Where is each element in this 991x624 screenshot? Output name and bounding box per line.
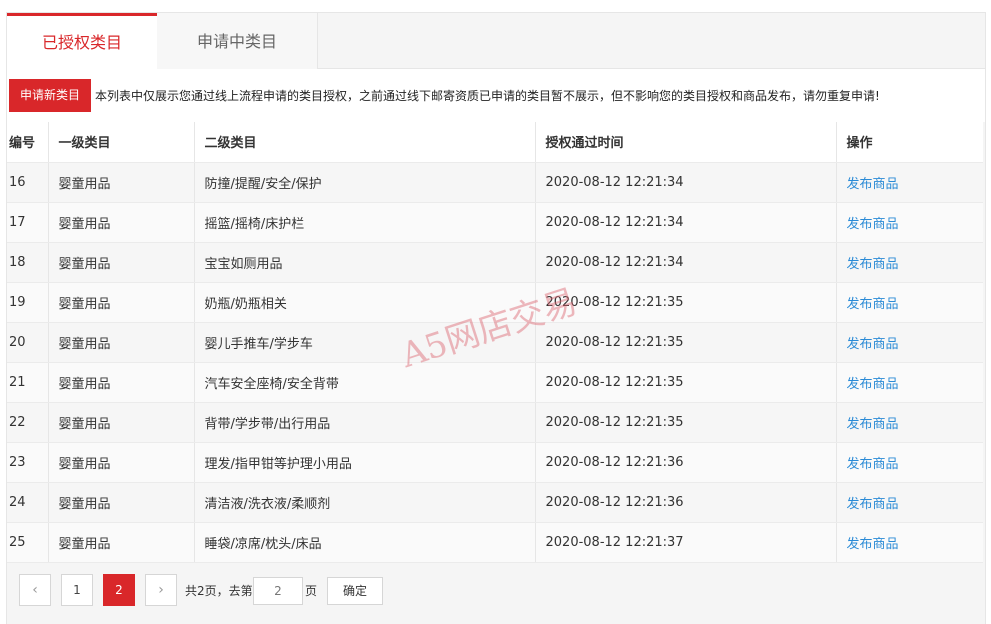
cell-level2: 清洁液/洗衣液/柔顺剂 bbox=[194, 482, 536, 523]
cell-level1: 婴童用品 bbox=[48, 362, 195, 403]
chevron-left-icon: ‹ bbox=[32, 582, 38, 598]
header-level1: 一级类目 bbox=[48, 122, 195, 163]
cell-level1: 婴童用品 bbox=[48, 282, 195, 323]
cell-level1: 婴童用品 bbox=[48, 442, 195, 483]
cell-action: 发布商品 bbox=[836, 522, 983, 563]
cell-level2: 防撞/提醒/安全/保护 bbox=[194, 162, 536, 203]
pagination: ‹ 1 2 › 共2页，去第 页 确定 bbox=[7, 563, 985, 624]
cell-level2: 汽车安全座椅/安全背带 bbox=[194, 362, 536, 403]
publish-product-link[interactable]: 发布商品 bbox=[847, 497, 899, 512]
header-id: 编号 bbox=[7, 122, 49, 163]
publish-product-link[interactable]: 发布商品 bbox=[847, 177, 899, 192]
confirm-goto-button[interactable]: 确定 bbox=[327, 577, 383, 605]
cell-level2: 奶瓶/奶瓶相关 bbox=[194, 282, 536, 323]
table-row: 16 婴童用品 防撞/提醒/安全/保护 2020-08-12 12:21:34 … bbox=[7, 162, 983, 203]
category-panel: 已授权类目 申请中类目 申请新类目 本列表中仅展示您通过线上流程申请的类目授权，… bbox=[6, 12, 986, 624]
cell-time: 2020-08-12 12:21:34 bbox=[535, 202, 837, 243]
publish-product-link[interactable]: 发布商品 bbox=[847, 537, 899, 552]
page-button-1[interactable]: 1 bbox=[61, 574, 93, 606]
cell-time: 2020-08-12 12:21:35 bbox=[535, 322, 837, 363]
cell-id: 23 bbox=[7, 442, 49, 483]
cell-id: 19 bbox=[7, 282, 49, 323]
cell-time: 2020-08-12 12:21:37 bbox=[535, 522, 837, 563]
next-page-button[interactable]: › bbox=[145, 574, 177, 606]
publish-product-link[interactable]: 发布商品 bbox=[847, 377, 899, 392]
cell-action: 发布商品 bbox=[836, 362, 983, 403]
cell-id: 24 bbox=[7, 482, 49, 523]
cell-level2: 背带/学步带/出行用品 bbox=[194, 402, 536, 443]
cell-time: 2020-08-12 12:21:35 bbox=[535, 282, 837, 323]
cell-time: 2020-08-12 12:21:36 bbox=[535, 442, 837, 483]
cell-action: 发布商品 bbox=[836, 322, 983, 363]
goto-page-input[interactable] bbox=[253, 577, 303, 605]
table-row: 21 婴童用品 汽车安全座椅/安全背带 2020-08-12 12:21:35 … bbox=[7, 362, 983, 403]
publish-product-link[interactable]: 发布商品 bbox=[847, 257, 899, 272]
table-row: 23 婴童用品 理发/指甲钳等护理小用品 2020-08-12 12:21:36… bbox=[7, 442, 983, 483]
publish-product-link[interactable]: 发布商品 bbox=[847, 337, 899, 352]
cell-level1: 婴童用品 bbox=[48, 482, 195, 523]
cell-time: 2020-08-12 12:21:35 bbox=[535, 362, 837, 403]
cell-id: 20 bbox=[7, 322, 49, 363]
cell-id: 17 bbox=[7, 202, 49, 243]
header-approved-time: 授权通过时间 bbox=[535, 122, 837, 163]
cell-level2: 摇篮/摇椅/床护栏 bbox=[194, 202, 536, 243]
cell-time: 2020-08-12 12:21:35 bbox=[535, 402, 837, 443]
table-header-row: 编号 一级类目 二级类目 授权通过时间 操作 bbox=[7, 122, 983, 163]
cell-action: 发布商品 bbox=[836, 442, 983, 483]
total-pages-text: 共2页，去第 bbox=[185, 584, 253, 598]
cell-action: 发布商品 bbox=[836, 162, 983, 203]
table-row: 22 婴童用品 背带/学步带/出行用品 2020-08-12 12:21:35 … bbox=[7, 402, 983, 443]
cell-time: 2020-08-12 12:21:34 bbox=[535, 242, 837, 283]
apply-new-category-button[interactable]: 申请新类目 bbox=[9, 79, 91, 112]
tab-pending-categories[interactable]: 申请中类目 bbox=[157, 13, 318, 69]
cell-level2: 婴儿手推车/学步车 bbox=[194, 322, 536, 363]
cell-id: 22 bbox=[7, 402, 49, 443]
cell-level2: 宝宝如厕用品 bbox=[194, 242, 536, 283]
cell-time: 2020-08-12 12:21:36 bbox=[535, 482, 837, 523]
cell-level1: 婴童用品 bbox=[48, 522, 195, 563]
cell-action: 发布商品 bbox=[836, 482, 983, 523]
cell-time: 2020-08-12 12:21:34 bbox=[535, 162, 837, 203]
cell-level2: 理发/指甲钳等护理小用品 bbox=[194, 442, 536, 483]
notice-text: 本列表中仅展示您通过线上流程申请的类目授权，之前通过线下邮寄资质已申请的类目暂不… bbox=[95, 89, 880, 103]
cell-level1: 婴童用品 bbox=[48, 402, 195, 443]
cell-id: 18 bbox=[7, 242, 49, 283]
cell-id: 25 bbox=[7, 522, 49, 563]
publish-product-link[interactable]: 发布商品 bbox=[847, 417, 899, 432]
notice-bar: 申请新类目 本列表中仅展示您通过线上流程申请的类目授权，之前通过线下邮寄资质已申… bbox=[7, 69, 985, 122]
tab-authorized-categories[interactable]: 已授权类目 bbox=[7, 13, 157, 70]
cell-level1: 婴童用品 bbox=[48, 162, 195, 203]
cell-level1: 婴童用品 bbox=[48, 242, 195, 283]
cell-level2: 睡袋/凉席/枕头/床品 bbox=[194, 522, 536, 563]
cell-action: 发布商品 bbox=[836, 402, 983, 443]
tab-bar: 已授权类目 申请中类目 bbox=[7, 13, 985, 70]
header-level2: 二级类目 bbox=[194, 122, 536, 163]
header-action: 操作 bbox=[836, 122, 983, 163]
table-row: 24 婴童用品 清洁液/洗衣液/柔顺剂 2020-08-12 12:21:36 … bbox=[7, 482, 983, 523]
page-suffix-text: 页 bbox=[305, 584, 318, 598]
cell-level1: 婴童用品 bbox=[48, 202, 195, 243]
table-row: 20 婴童用品 婴儿手推车/学步车 2020-08-12 12:21:35 发布… bbox=[7, 322, 983, 363]
cell-action: 发布商品 bbox=[836, 202, 983, 243]
cell-id: 16 bbox=[7, 162, 49, 203]
chevron-right-icon: › bbox=[158, 582, 164, 598]
publish-product-link[interactable]: 发布商品 bbox=[847, 297, 899, 312]
publish-product-link[interactable]: 发布商品 bbox=[847, 457, 899, 472]
cell-action: 发布商品 bbox=[836, 282, 983, 323]
cell-action: 发布商品 bbox=[836, 242, 983, 283]
table-row: 19 婴童用品 奶瓶/奶瓶相关 2020-08-12 12:21:35 发布商品 bbox=[7, 282, 983, 323]
table-row: 25 婴童用品 睡袋/凉席/枕头/床品 2020-08-12 12:21:37 … bbox=[7, 522, 983, 563]
cell-id: 21 bbox=[7, 362, 49, 403]
table-row: 18 婴童用品 宝宝如厕用品 2020-08-12 12:21:34 发布商品 bbox=[7, 242, 983, 283]
publish-product-link[interactable]: 发布商品 bbox=[847, 217, 899, 232]
page-button-2[interactable]: 2 bbox=[103, 574, 135, 606]
category-table: 编号 一级类目 二级类目 授权通过时间 操作 16 婴童用品 防撞/提醒/安全/… bbox=[7, 122, 983, 563]
cell-level1: 婴童用品 bbox=[48, 322, 195, 363]
table-row: 17 婴童用品 摇篮/摇椅/床护栏 2020-08-12 12:21:34 发布… bbox=[7, 202, 983, 243]
prev-page-button[interactable]: ‹ bbox=[19, 574, 51, 606]
